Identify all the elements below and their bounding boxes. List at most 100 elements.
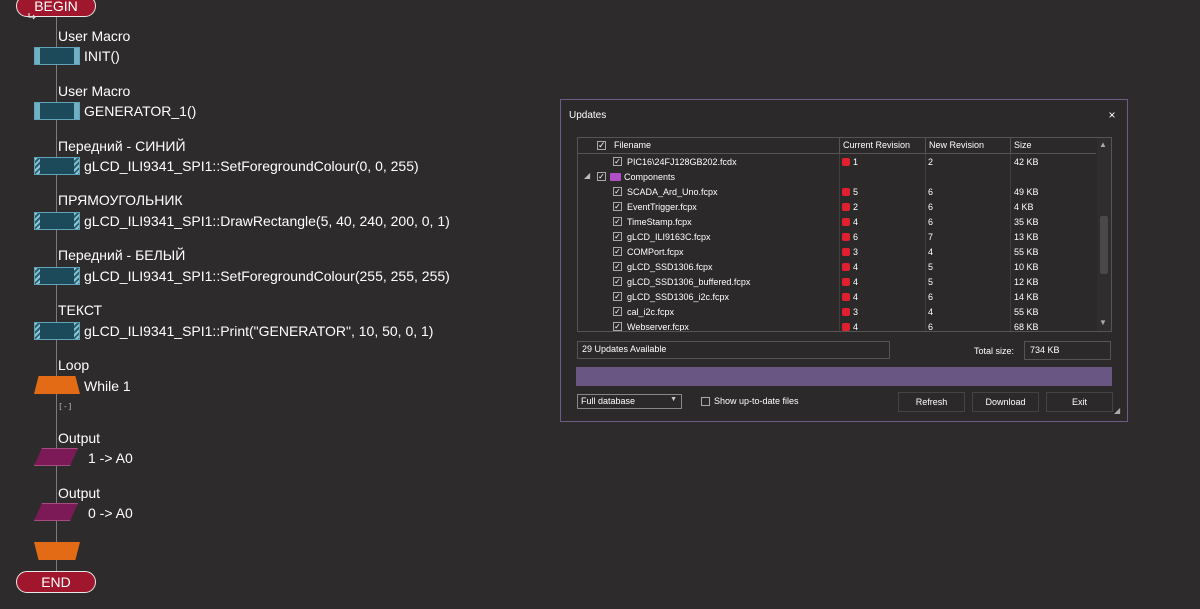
revision-marker-icon (842, 308, 850, 316)
column-current-revision[interactable]: Current Revision (843, 140, 910, 150)
macro-block-init[interactable] (34, 47, 80, 65)
output-block-1[interactable] (34, 448, 78, 466)
row-checkbox[interactable]: ✓ (613, 217, 622, 226)
row-checkbox[interactable]: ✓ (613, 247, 622, 256)
row-checkbox[interactable]: ✓ (613, 292, 622, 301)
output-text-1[interactable]: 1 -> A0 (88, 450, 133, 466)
component-label-text: ТЕКСТ (58, 302, 103, 318)
row-current-revision: 3 (853, 247, 859, 257)
row-size: 55 KB (1014, 247, 1039, 257)
grid-scrollbar[interactable]: ▲ ▼ (1097, 138, 1111, 331)
macro-call-init[interactable]: INIT() (84, 48, 120, 64)
macro-call-generator[interactable]: GENERATOR_1() (84, 103, 196, 119)
row-checkbox[interactable]: ✓ (613, 262, 622, 271)
macro-block-generator[interactable] (34, 102, 80, 120)
row-size: 49 KB (1014, 187, 1039, 197)
scroll-up-icon[interactable]: ▲ (1099, 140, 1107, 149)
revision-marker-icon (842, 278, 850, 286)
row-filename: gLCD_ILI9163C.fcpx (627, 232, 711, 242)
column-size[interactable]: Size (1014, 140, 1032, 150)
row-new-revision: 6 (928, 217, 934, 227)
table-row-group[interactable]: ◢ ✓ Components (578, 170, 1096, 185)
row-new-revision: 6 (928, 202, 934, 212)
component-block-fg-blue[interactable] (34, 157, 80, 175)
output-text-2[interactable]: 0 -> A0 (88, 505, 133, 521)
show-up-to-date-label[interactable]: Show up-to-date files (714, 396, 799, 406)
column-filename[interactable]: Filename (614, 140, 651, 150)
table-row[interactable]: ✓ gLCD_SSD1306_i2c.fcpx 4 6 14 KB (578, 290, 1096, 305)
row-size: 14 KB (1014, 292, 1039, 302)
macro-label-init: User Macro (58, 28, 131, 44)
component-block-fg-white[interactable] (34, 267, 80, 285)
row-checkbox[interactable]: ✓ (613, 307, 622, 316)
table-row[interactable]: ✓ EventTrigger.fcpx 2 6 4 KB (578, 200, 1096, 215)
begin-arrow-icon (28, 13, 36, 20)
scrollbar-thumb[interactable] (1100, 216, 1108, 274)
chevron-down-icon: ▼ (670, 396, 677, 403)
exit-button[interactable]: Exit (1046, 392, 1113, 412)
table-row[interactable]: ✓ gLCD_SSD1306_buffered.fcpx 4 5 12 KB (578, 275, 1096, 290)
row-checkbox[interactable]: ✓ (613, 202, 622, 211)
table-row[interactable]: ✓ PIC16\24FJ128GB202.fcdx 1 2 42 KB (578, 155, 1096, 170)
loop-end-block[interactable] (34, 542, 80, 560)
revision-marker-icon (842, 233, 850, 241)
database-select[interactable]: Full database ▼ (577, 394, 682, 409)
row-size: 13 KB (1014, 232, 1039, 242)
loop-collapse-toggle[interactable]: [-] (58, 402, 72, 412)
updates-status: 29 Updates Available (577, 341, 890, 359)
table-row[interactable]: ✓ Webserver.fcpx 4 6 68 KB (578, 320, 1096, 331)
component-call-fg-white[interactable]: gLCD_ILI9341_SPI1::SetForegroundColour(2… (84, 268, 450, 284)
row-checkbox[interactable]: ✓ (613, 322, 622, 331)
resize-grip-icon[interactable]: ◢ (1114, 406, 1120, 415)
group-name: Components (624, 172, 676, 182)
show-up-to-date-checkbox[interactable] (701, 397, 710, 406)
row-checkbox[interactable]: ✓ (597, 172, 606, 181)
revision-marker-icon (842, 293, 850, 301)
table-row[interactable]: ✓ cal_i2c.fcpx 3 4 55 KB (578, 305, 1096, 320)
row-filename: cal_i2c.fcpx (627, 307, 675, 317)
close-icon[interactable]: × (1105, 108, 1119, 122)
row-checkbox[interactable]: ✓ (613, 232, 622, 241)
loop-condition[interactable]: While 1 (84, 378, 131, 394)
component-block-text[interactable] (34, 322, 80, 340)
row-filename: TimeStamp.fcpx (627, 217, 692, 227)
table-row[interactable]: ✓ gLCD_SSD1306.fcpx 4 5 10 KB (578, 260, 1096, 275)
refresh-button[interactable]: Refresh (898, 392, 965, 412)
table-row[interactable]: ✓ SCADA_Ard_Uno.fcpx 5 6 49 KB (578, 185, 1096, 200)
row-filename: gLCD_SSD1306_buffered.fcpx (627, 277, 751, 287)
revision-marker-icon (842, 323, 850, 331)
output-block-2[interactable] (34, 503, 78, 521)
row-current-revision: 4 (853, 262, 859, 272)
row-new-revision: 7 (928, 232, 934, 242)
column-new-revision[interactable]: New Revision (929, 140, 984, 150)
row-filename: SCADA_Ard_Uno.fcpx (627, 187, 718, 197)
component-label-fg-blue: Передний - СИНИЙ (58, 138, 186, 154)
row-current-revision: 4 (853, 277, 859, 287)
output-label-1: Output (58, 430, 101, 446)
loop-block[interactable] (34, 376, 80, 394)
table-row[interactable]: ✓ COMPort.fcpx 3 4 55 KB (578, 245, 1096, 260)
component-call-fg-blue[interactable]: gLCD_ILI9341_SPI1::SetForegroundColour(0… (84, 158, 419, 174)
component-call-text[interactable]: gLCD_ILI9341_SPI1::Print("GENERATOR", 10… (84, 323, 433, 339)
collapse-arrow-icon[interactable]: ◢ (584, 171, 590, 180)
scroll-down-icon[interactable]: ▼ (1099, 318, 1107, 327)
row-size: 55 KB (1014, 307, 1039, 317)
output-label-2: Output (58, 485, 101, 501)
end-terminal[interactable]: END (16, 571, 96, 593)
table-row[interactable]: ✓ TimeStamp.fcpx 4 6 35 KB (578, 215, 1096, 230)
row-current-revision: 3 (853, 307, 859, 317)
download-button[interactable]: Download (972, 392, 1039, 412)
component-call-rectangle[interactable]: gLCD_ILI9341_SPI1::DrawRectangle(5, 40, … (84, 213, 450, 229)
row-size: 10 KB (1014, 262, 1039, 272)
component-label-fg-white: Передний - БЕЛЫЙ (58, 247, 186, 263)
select-all-checkbox[interactable]: ✓ (597, 141, 606, 150)
row-checkbox[interactable]: ✓ (613, 187, 622, 196)
row-filename: PIC16\24FJ128GB202.fcdx (627, 157, 737, 167)
component-block-rectangle[interactable] (34, 212, 80, 230)
row-current-revision: 5 (853, 187, 859, 197)
row-checkbox[interactable]: ✓ (613, 157, 622, 166)
row-checkbox[interactable]: ✓ (613, 277, 622, 286)
component-label-rectangle: ПРЯМОУГОЛЬНИК (58, 192, 183, 208)
grid-header: ✓ Filename Current Revision New Revision… (578, 138, 1096, 154)
table-row[interactable]: ✓ gLCD_ILI9163C.fcpx 6 7 13 KB (578, 230, 1096, 245)
